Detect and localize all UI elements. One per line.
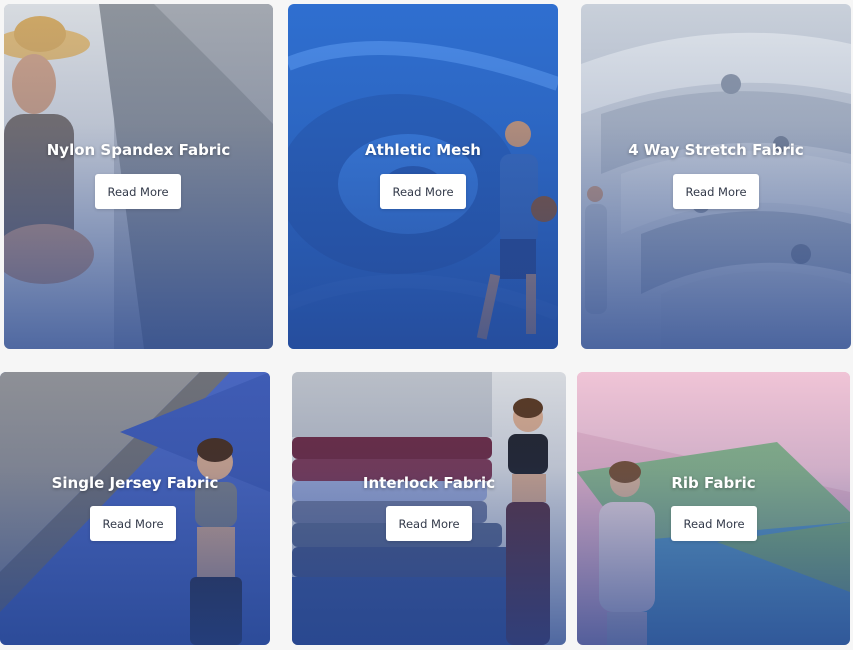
product-card-4-way-stretch[interactable]: 4 Way Stretch Fabric Read More xyxy=(581,4,851,349)
read-more-button[interactable]: Read More xyxy=(673,174,759,209)
card-title: Single Jersey Fabric xyxy=(51,474,219,492)
card-title: Interlock Fabric xyxy=(362,474,496,492)
card-title: Rib Fabric xyxy=(671,474,756,492)
read-more-button[interactable]: Read More xyxy=(386,506,472,541)
read-more-button[interactable]: Read More xyxy=(95,174,181,209)
product-card-nylon-spandex[interactable]: Nylon Spandex Fabric Read More xyxy=(4,4,273,349)
read-more-button[interactable]: Read More xyxy=(380,174,466,209)
card-title: Nylon Spandex Fabric xyxy=(46,141,231,159)
read-more-button[interactable]: Read More xyxy=(671,506,757,541)
card-title: 4 Way Stretch Fabric xyxy=(628,141,804,159)
read-more-button[interactable]: Read More xyxy=(90,506,176,541)
product-card-single-jersey[interactable]: Single Jersey Fabric Read More xyxy=(0,372,270,645)
product-card-athletic-mesh[interactable]: Athletic Mesh Read More xyxy=(288,4,558,349)
card-title: Athletic Mesh xyxy=(365,141,481,159)
product-card-rib[interactable]: Rib Fabric Read More xyxy=(577,372,850,645)
product-card-interlock[interactable]: Interlock Fabric Read More xyxy=(292,372,566,645)
